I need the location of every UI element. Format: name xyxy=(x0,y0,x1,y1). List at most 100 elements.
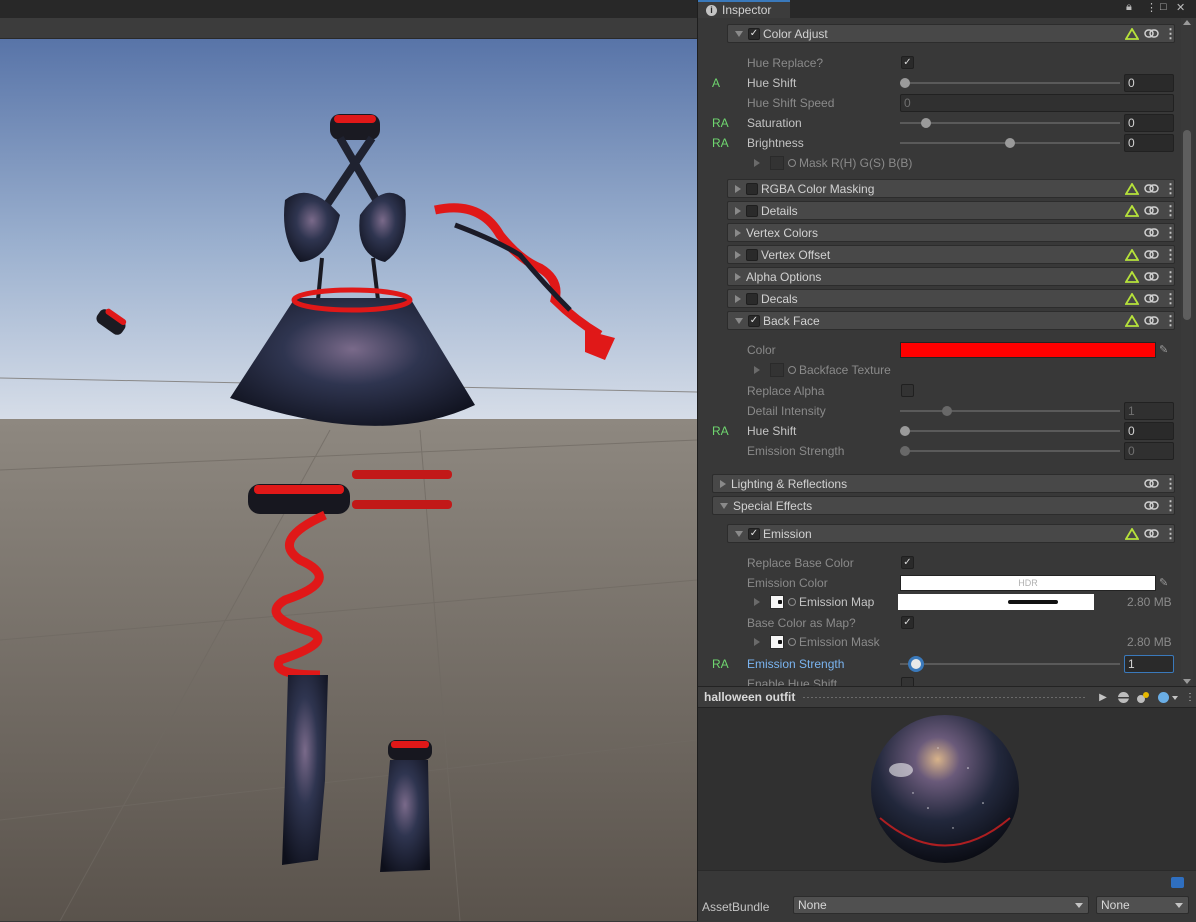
foldout-arrow-icon[interactable] xyxy=(735,272,741,281)
emission-strength-slider[interactable] xyxy=(900,663,1120,665)
kebab-menu-icon[interactable]: ⋮ xyxy=(1164,269,1177,285)
rgba-masking-toggle[interactable] xyxy=(746,182,758,195)
object-picker-icon[interactable] xyxy=(788,638,796,646)
section-vertex-colors-header[interactable]: Vertex Colors ⋮ xyxy=(727,223,1177,242)
emission-map-foldout[interactable]: Emission Map xyxy=(754,595,874,609)
preview-shape-icon[interactable] xyxy=(1113,688,1133,706)
animated-triangle-icon[interactable] xyxy=(1125,27,1139,40)
section-lighting-header[interactable]: Lighting & Reflections ⋮ xyxy=(712,474,1177,493)
kebab-menu-icon[interactable]: ⋮ xyxy=(1164,203,1177,219)
label-tag-icon[interactable] xyxy=(1171,877,1184,888)
maximize-icon[interactable]: □ xyxy=(1160,1,1167,13)
kebab-menu-icon[interactable]: ⋮ xyxy=(1164,225,1177,241)
object-picker-icon[interactable] xyxy=(788,598,796,606)
asset-bundle-name-dropdown[interactable]: None xyxy=(793,896,1089,914)
hue-replace-checkbox[interactable]: ✓ xyxy=(901,56,914,69)
eyedropper-icon[interactable]: ✎ xyxy=(1159,343,1173,357)
link-icon[interactable] xyxy=(1144,316,1159,325)
base-color-as-map-checkbox[interactable]: ✓ xyxy=(901,616,914,629)
foldout-arrow-icon[interactable] xyxy=(735,184,741,193)
emission-toggle[interactable]: ✓ xyxy=(748,527,760,540)
kebab-menu-icon[interactable]: ⋮ xyxy=(1164,247,1177,263)
lock-icon[interactable]: 🔒︎ xyxy=(1126,1,1132,14)
preview-menu-icon[interactable]: ⋮ xyxy=(1183,688,1196,706)
section-decals-header[interactable]: Decals ⋮ xyxy=(727,289,1177,308)
kebab-menu-icon[interactable]: ⋮ xyxy=(1164,498,1177,514)
lights-icon[interactable] xyxy=(1133,688,1153,706)
emission-map-thumbnail[interactable] xyxy=(770,595,784,609)
enable-hue-shift-checkbox[interactable] xyxy=(901,677,914,686)
mask-foldout[interactable]: Mask R(H) G(S) B(B) xyxy=(754,156,912,170)
replace-base-color-checkbox[interactable]: ✓ xyxy=(901,556,914,569)
section-emission-header[interactable]: ✓ Emission ⋮ xyxy=(727,524,1177,543)
link-icon[interactable] xyxy=(1144,501,1159,510)
saturation-field[interactable]: 0 xyxy=(1124,114,1174,132)
eyedropper-icon[interactable]: ✎ xyxy=(1159,576,1173,590)
section-vertex-offset-header[interactable]: Vertex Offset ⋮ xyxy=(727,245,1177,264)
backface-color-field[interactable] xyxy=(900,342,1156,358)
emission-map-preview[interactable] xyxy=(898,594,1094,610)
detail-intensity-field[interactable]: 1 xyxy=(1124,402,1174,420)
emission-strength-slider-knob[interactable] xyxy=(910,659,921,669)
foldout-arrow-icon[interactable] xyxy=(720,479,726,488)
preview-sphere[interactable] xyxy=(698,708,1196,870)
backface-emission-strength-field[interactable]: 0 xyxy=(1124,442,1174,460)
kebab-menu-icon[interactable]: ⋮ xyxy=(1164,313,1177,329)
scroll-down-icon[interactable] xyxy=(1183,679,1191,684)
object-picker-icon[interactable] xyxy=(788,366,796,374)
link-icon[interactable] xyxy=(1144,184,1159,193)
link-icon[interactable] xyxy=(1144,250,1159,259)
foldout-arrow-icon[interactable] xyxy=(735,250,741,259)
hue-shift-slider-knob[interactable] xyxy=(900,78,910,88)
animated-triangle-icon[interactable] xyxy=(1125,204,1139,217)
section-back-face-header[interactable]: ✓ Back Face ⋮ xyxy=(727,311,1177,330)
section-rgba-color-masking-header[interactable]: RGBA Color Masking ⋮ xyxy=(727,179,1177,198)
hue-shift-speed-field[interactable]: 0 xyxy=(900,94,1174,112)
saturation-slider-knob[interactable] xyxy=(921,118,931,128)
scroll-up-icon[interactable] xyxy=(1183,20,1191,25)
link-icon[interactable] xyxy=(1144,294,1159,303)
backface-emission-strength-slider[interactable] xyxy=(900,450,1120,452)
detail-intensity-slider-knob[interactable] xyxy=(942,406,952,416)
kebab-menu-icon[interactable]: ⋮ xyxy=(1164,476,1177,492)
preview-header[interactable]: halloween outfit ▶ ⋮ xyxy=(698,686,1196,708)
foldout-arrow-icon[interactable] xyxy=(720,502,728,509)
foldout-arrow-icon[interactable] xyxy=(735,206,741,215)
hue-shift-field[interactable]: 0 xyxy=(1124,74,1174,92)
animated-triangle-icon[interactable] xyxy=(1125,292,1139,305)
backface-hue-shift-slider-knob[interactable] xyxy=(900,426,910,436)
section-alpha-options-header[interactable]: Alpha Options ⋮ xyxy=(727,267,1177,286)
saturation-slider[interactable] xyxy=(900,122,1120,124)
detail-intensity-slider[interactable] xyxy=(900,410,1120,412)
foldout-arrow-icon[interactable] xyxy=(754,159,760,167)
foldout-arrow-icon[interactable] xyxy=(735,30,743,37)
animated-triangle-icon[interactable] xyxy=(1125,270,1139,283)
details-toggle[interactable] xyxy=(746,204,758,217)
foldout-arrow-icon[interactable] xyxy=(735,294,741,303)
link-icon[interactable] xyxy=(1144,272,1159,281)
foldout-arrow-icon[interactable] xyxy=(735,530,743,537)
section-special-effects-header[interactable]: Special Effects ⋮ xyxy=(712,496,1177,515)
kebab-menu-icon[interactable]: ⋮ xyxy=(1164,26,1177,42)
texture-slot[interactable] xyxy=(770,156,784,170)
tab-inspector[interactable]: i Inspector xyxy=(698,0,790,18)
kebab-menu-icon[interactable]: ⋮ xyxy=(1164,526,1177,542)
backface-emission-strength-slider-knob[interactable] xyxy=(900,446,910,456)
backface-texture-foldout[interactable]: Backface Texture xyxy=(754,363,891,377)
link-icon[interactable] xyxy=(1144,228,1159,237)
play-icon[interactable]: ▶ xyxy=(1093,688,1113,706)
emission-strength-field[interactable]: 1 xyxy=(1124,655,1174,673)
asset-bundle-variant-dropdown[interactable]: None xyxy=(1096,896,1189,914)
foldout-arrow-icon[interactable] xyxy=(754,638,760,646)
tab-menu-icon[interactable]: ⋮ xyxy=(1146,1,1157,14)
emission-color-field[interactable]: HDR xyxy=(900,575,1156,591)
foldout-arrow-icon[interactable] xyxy=(735,228,741,237)
object-picker-icon[interactable] xyxy=(788,159,796,167)
preview-settings-icon[interactable] xyxy=(1153,688,1183,706)
scene-view[interactable] xyxy=(0,0,697,921)
color-adjust-toggle[interactable]: ✓ xyxy=(748,27,760,40)
inspector-scrollbar[interactable] xyxy=(1181,18,1193,686)
back-face-toggle[interactable]: ✓ xyxy=(748,314,760,327)
foldout-arrow-icon[interactable] xyxy=(754,598,760,606)
emission-mask-foldout[interactable]: Emission Mask xyxy=(754,635,880,649)
